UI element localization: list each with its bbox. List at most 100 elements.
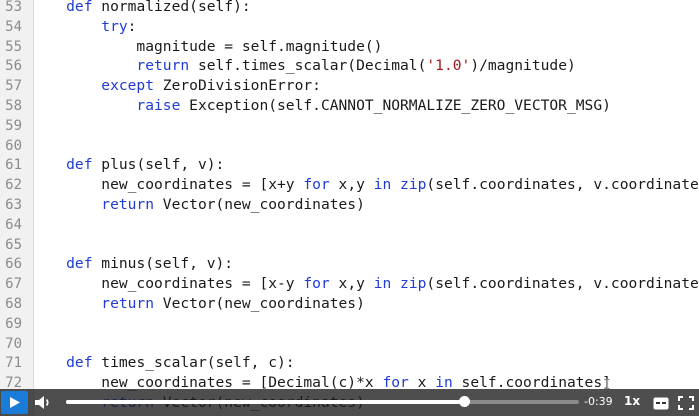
line-number: 68	[5, 296, 22, 312]
code-line[interactable]: 70	[0, 334, 699, 354]
code-line[interactable]: 53 def normalized(self):	[0, 0, 699, 17]
code-text: return Vector(new_coordinates)	[31, 195, 365, 215]
code-line[interactable]: 57 except ZeroDivisionError:	[0, 76, 699, 96]
line-number: 70	[5, 335, 22, 352]
code-text: def times_scalar(self, c):	[31, 353, 295, 373]
code-token: times_scalar(self, c):	[101, 354, 295, 372]
code-line[interactable]: 54 try:	[0, 17, 699, 37]
line-number: 60	[5, 137, 22, 154]
code-token: return	[31, 295, 163, 312]
code-line[interactable]: 59	[0, 116, 699, 136]
code-token: in	[373, 275, 401, 293]
line-number: 53	[5, 0, 22, 15]
captions-button[interactable]	[653, 395, 669, 410]
line-number: 57	[5, 78, 22, 95]
code-token: try	[31, 17, 128, 35]
line-number: 69	[5, 315, 22, 332]
code-token: minus(self, v):	[101, 255, 234, 273]
code-line[interactable]: 63 return Vector(new_coordinates)	[0, 195, 699, 215]
line-number: 61	[5, 157, 22, 174]
line-number: 66	[5, 256, 22, 273]
code-token: )/magnitude)	[470, 57, 576, 75]
code-token: Vector(new_coordinates)	[162, 196, 365, 213]
line-number: 71	[5, 355, 22, 372]
volume-button[interactable]	[34, 394, 52, 411]
code-token: zip	[400, 275, 427, 293]
code-text: def plus(self, v):	[31, 155, 224, 175]
code-line[interactable]: 61 def plus(self, v):	[0, 155, 699, 175]
code-text: def minus(self, v):	[31, 254, 233, 274]
code-text: magnitude = self.magnitude()	[31, 37, 382, 57]
code-line[interactable]: 64	[0, 215, 699, 235]
code-text: def normalized(self):	[31, 0, 251, 17]
code-token: :	[127, 17, 137, 35]
code-line[interactable]: 62 new_coordinates = [x+y for x,y in zip…	[0, 175, 699, 195]
code-line[interactable]: 71 def times_scalar(self, c):	[0, 353, 699, 373]
code-token: def	[31, 0, 102, 15]
code-token: plus(self, v):	[101, 156, 225, 174]
line-number: 56	[5, 58, 22, 75]
code-token: '1.0'	[426, 57, 471, 75]
line-number: 62	[5, 177, 22, 194]
line-number: 54	[5, 18, 22, 35]
code-token: except	[31, 77, 163, 95]
code-token: return	[31, 196, 163, 213]
video-player-controls: -0:39 1x	[0, 389, 699, 416]
fullscreen-button[interactable]	[678, 395, 694, 410]
code-line[interactable]: 58 raise Exception(self.CANNOT_NORMALIZE…	[0, 96, 699, 116]
code-token: self.times_scalar(Decimal(	[197, 57, 427, 75]
code-text: try:	[31, 17, 136, 37]
code-token: x,y	[338, 176, 374, 194]
line-number: 58	[5, 98, 22, 114]
code-line[interactable]: 56 return self.times_scalar(Decimal('1.0…	[0, 56, 699, 76]
code-text: return self.times_scalar(Decimal('1.0')/…	[31, 56, 576, 76]
captions-icon	[653, 397, 669, 410]
play-button[interactable]	[1, 391, 28, 414]
code-text: except ZeroDivisionError:	[31, 76, 321, 96]
code-token: (self.coordinates, v.coordinates)]	[426, 275, 699, 293]
code-token: Exception(self.CANNOT_NORMALIZE_ZERO_VEC…	[189, 97, 611, 114]
code-token: magnitude = self.magnitude()	[31, 37, 383, 55]
code-text: raise Exception(self.CANNOT_NORMALIZE_ZE…	[31, 96, 611, 116]
progress-bar[interactable]	[66, 396, 579, 407]
code-text: new_coordinates = [x+y for x,y in zip(se…	[31, 175, 699, 195]
code-line[interactable]: 68 return Vector(new_coordinates)	[0, 294, 699, 314]
code-token: x,y	[338, 275, 374, 293]
time-remaining: -0:39	[584, 395, 613, 408]
code-line[interactable]: 55 magnitude = self.magnitude()	[0, 37, 699, 57]
code-line[interactable]: 66 def minus(self, v):	[0, 254, 699, 274]
code-editor[interactable]: 53 def normalized(self): 54 try: 55 magnit…	[0, 0, 699, 416]
code-token: (self.coordinates, v.coordinates)]	[426, 176, 699, 194]
code-text: return Vector(new_coordinates)	[31, 294, 365, 314]
code-token: ZeroDivisionError:	[162, 77, 321, 95]
progress-handle[interactable]	[459, 396, 471, 407]
line-number: 59	[5, 117, 22, 134]
line-number: 63	[5, 197, 22, 213]
code-token: for	[303, 275, 339, 293]
line-number: 55	[5, 38, 22, 55]
code-token: Vector(new_coordinates)	[162, 295, 365, 312]
code-token: in	[373, 176, 401, 194]
code-token: def	[31, 255, 102, 273]
code-token: return	[31, 57, 198, 75]
code-token: new_coordinates = [x+y	[31, 176, 304, 194]
code-line[interactable]: 67 new_coordinates = [x-y for x,y in zip…	[0, 274, 699, 294]
line-number: 65	[5, 236, 22, 253]
code-token: def	[31, 156, 102, 174]
line-number: 67	[5, 276, 22, 293]
code-text: new_coordinates = [x-y for x,y in zip(se…	[31, 274, 699, 294]
code-line[interactable]: 60	[0, 136, 699, 156]
code-line[interactable]: 69	[0, 314, 699, 334]
code-token: zip	[400, 176, 427, 194]
code-token: new_coordinates = [x-y	[31, 275, 304, 293]
playback-speed-button[interactable]: 1x	[624, 394, 640, 408]
volume-icon	[35, 396, 49, 409]
fullscreen-icon	[678, 396, 694, 410]
code-token: for	[303, 176, 339, 194]
code-token: normalized(self):	[101, 0, 251, 15]
code-token: def	[31, 354, 102, 372]
progress-fill	[66, 400, 465, 404]
line-number: 64	[5, 216, 22, 233]
code-line[interactable]: 65	[0, 235, 699, 255]
play-icon	[10, 397, 20, 408]
